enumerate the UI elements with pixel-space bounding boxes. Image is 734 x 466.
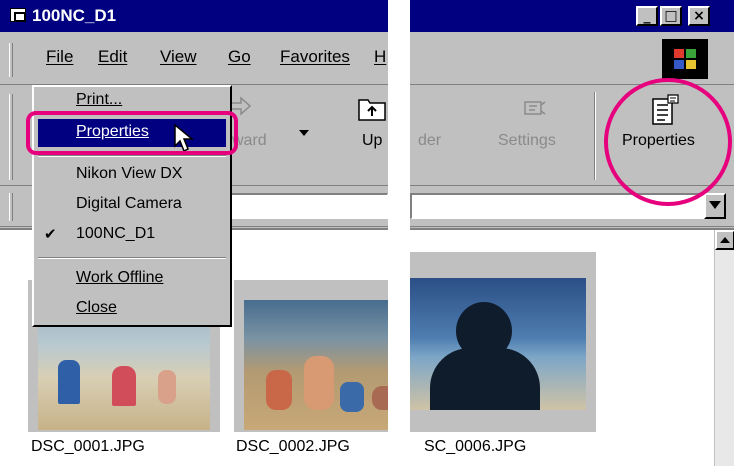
photo-dsc-0002 — [244, 300, 388, 430]
highlight-ring-properties-button — [604, 78, 732, 206]
file-view-right: SC_0006.JPG — [410, 228, 734, 466]
menu-view[interactable]: View — [160, 47, 197, 67]
close-icon[interactable]: × — [688, 6, 710, 26]
menu-item-100nc-d1[interactable]: 100NC_D1 — [76, 225, 155, 243]
settings-label: Settings — [498, 132, 556, 149]
highlight-ring-properties-menu — [26, 111, 238, 155]
menu-favorites[interactable]: Favorites — [280, 47, 350, 67]
menubar-grip[interactable] — [9, 43, 13, 77]
menu-separator — [38, 257, 226, 259]
settings-icon — [524, 101, 546, 115]
up-label: Up — [362, 132, 383, 149]
maximize-icon[interactable]: □ — [660, 6, 682, 26]
check-icon: ✔ — [44, 226, 57, 243]
menu-item-print[interactable]: Print... — [76, 91, 122, 109]
windows-logo-icon — [662, 39, 708, 79]
menu-item-close[interactable]: Close — [76, 299, 117, 317]
scroll-up-button[interactable] — [715, 230, 734, 250]
menu-help[interactable]: H — [374, 47, 386, 67]
filename-dsc-0001[interactable]: DSC_0001.JPG — [31, 438, 145, 456]
filename-dsc-0002[interactable]: DSC_0002.JPG — [236, 438, 350, 456]
toolbar-grip[interactable] — [9, 94, 13, 180]
address-dropdown-button[interactable] — [704, 193, 726, 219]
up-folder-icon — [358, 99, 386, 121]
photo-dsc-0006 — [410, 278, 586, 410]
thumbnail-dsc-0006[interactable] — [410, 252, 596, 432]
menu-separator — [38, 155, 226, 157]
toolbar-separator — [594, 92, 596, 180]
dropdown-arrow-icon[interactable] — [299, 130, 309, 136]
title-bar-right[interactable]: _ □ × — [410, 0, 734, 32]
addressbar-grip[interactable] — [9, 193, 13, 221]
folders-label[interactable]: der — [418, 132, 441, 150]
window-left-part: 100NC_D1 File Edit View Go Favorites H w… — [0, 0, 388, 466]
thumbnail-dsc-0002[interactable] — [234, 280, 388, 432]
window-title: 100NC_D1 — [32, 6, 117, 25]
filename-dsc-0006[interactable]: SC_0006.JPG — [424, 438, 526, 456]
vertical-scrollbar[interactable] — [714, 230, 734, 466]
menu-bar: File Edit View Go Favorites H — [0, 33, 388, 85]
scroll-up-icon — [720, 237, 730, 243]
menu-file[interactable]: File — [46, 47, 73, 67]
dropdown-arrow-icon — [709, 201, 721, 209]
menu-edit[interactable]: Edit — [98, 47, 127, 67]
window-icon[interactable] — [10, 8, 26, 22]
menu-item-work-offline[interactable]: Work Offline — [76, 269, 163, 287]
menu-item-digital-camera[interactable]: Digital Camera — [76, 195, 182, 213]
minimize-icon[interactable]: _ — [636, 6, 658, 26]
menu-go[interactable]: Go — [228, 47, 251, 67]
address-field[interactable] — [230, 193, 388, 219]
menu-bar-right — [410, 33, 734, 85]
title-bar[interactable]: 100NC_D1 — [0, 0, 388, 32]
window-right-part: _ □ × der Settings Properties SC_0006.JP… — [410, 0, 734, 466]
menu-item-nikon-view-dx[interactable]: Nikon View DX — [76, 165, 182, 183]
